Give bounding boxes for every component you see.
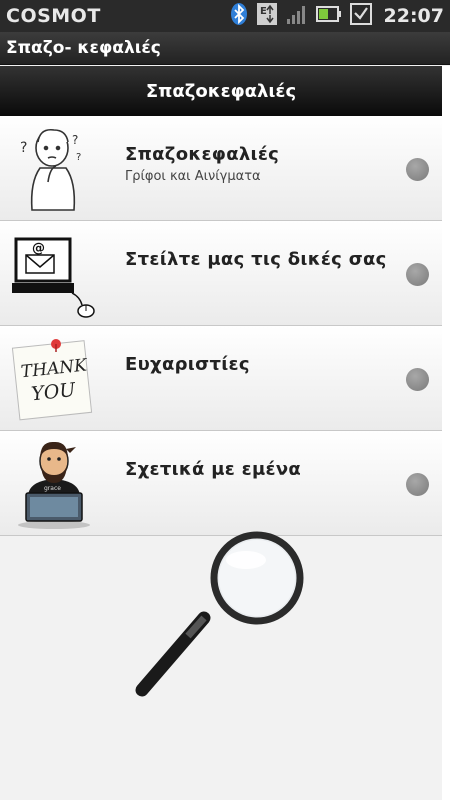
svg-text:E: E <box>260 6 267 17</box>
menu-item-title: Ευχαριστίες <box>125 354 250 375</box>
indicator-dot <box>406 368 429 391</box>
notification-check-icon <box>349 3 372 29</box>
menu-item-send-puzzles[interactable]: @ Στείλτε μας τις δικές σας <box>0 221 442 326</box>
menu-item-text: Σπαζοκεφαλιές Γρίφοι και Αινίγματα <box>125 144 279 184</box>
magnifying-glass-icon <box>130 530 310 705</box>
app-title-bar: Σπαζο- κεφαλιές <box>0 32 450 65</box>
app-title: Σπαζο- κεφαλιές <box>6 38 161 58</box>
menu-item-thanks[interactable]: THANK YOU Ευχαριστίες <box>0 326 442 431</box>
signal-icon <box>286 3 308 29</box>
menu-list: ? ? ? Σπαζοκεφαλιές Γρίφοι και Αινίγματα… <box>0 116 442 536</box>
page-title: Σπαζοκεφαλιές <box>145 80 297 102</box>
data-transfer-icon: E <box>256 2 278 30</box>
svg-text:?: ? <box>76 152 81 163</box>
menu-item-title: Σπαζοκεφαλιές <box>125 144 280 165</box>
email-computer-icon: @ <box>10 227 98 319</box>
menu-item-puzzles[interactable]: ? ? ? Σπαζοκεφαλιές Γρίφοι και Αινίγματα <box>0 116 442 221</box>
indicator-dot <box>406 158 429 181</box>
menu-item-text: Ευχαριστίες <box>125 354 250 375</box>
developer-avatar-icon: grace <box>10 437 98 529</box>
scroll-edge <box>442 66 450 800</box>
svg-text:?: ? <box>72 133 78 147</box>
menu-item-subtitle: Γρίφοι και Αινίγματα <box>125 169 261 184</box>
thinking-man-icon: ? ? ? <box>10 122 98 214</box>
menu-item-text: Στείλτε μας τις δικές σας <box>125 249 387 270</box>
svg-text:grace: grace <box>44 485 61 492</box>
menu-item-title: Σχετικά με εμένα <box>125 459 302 480</box>
indicator-dot <box>406 473 429 496</box>
status-bar: COSMOT E 22:07 <box>0 0 450 32</box>
thank-you-note-icon: THANK YOU <box>10 332 98 424</box>
status-icons: E 22:07 <box>230 0 444 32</box>
indicator-dot <box>406 263 429 286</box>
menu-item-text: Σχετικά με εμένα <box>125 459 301 480</box>
carrier-name: COSMOT <box>6 5 101 27</box>
menu-item-title: Στείλτε μας τις δικές σας <box>125 249 387 270</box>
battery-icon <box>315 5 342 27</box>
you-text: YOU <box>30 379 77 406</box>
svg-text:?: ? <box>20 140 27 156</box>
svg-text:@: @ <box>32 241 45 256</box>
screen-header: Σπαζοκεφαλιές <box>0 66 442 116</box>
menu-item-about[interactable]: grace Σχετικά με εμένα <box>0 431 442 536</box>
clock: 22:07 <box>383 5 444 27</box>
bluetooth-icon <box>230 2 248 30</box>
